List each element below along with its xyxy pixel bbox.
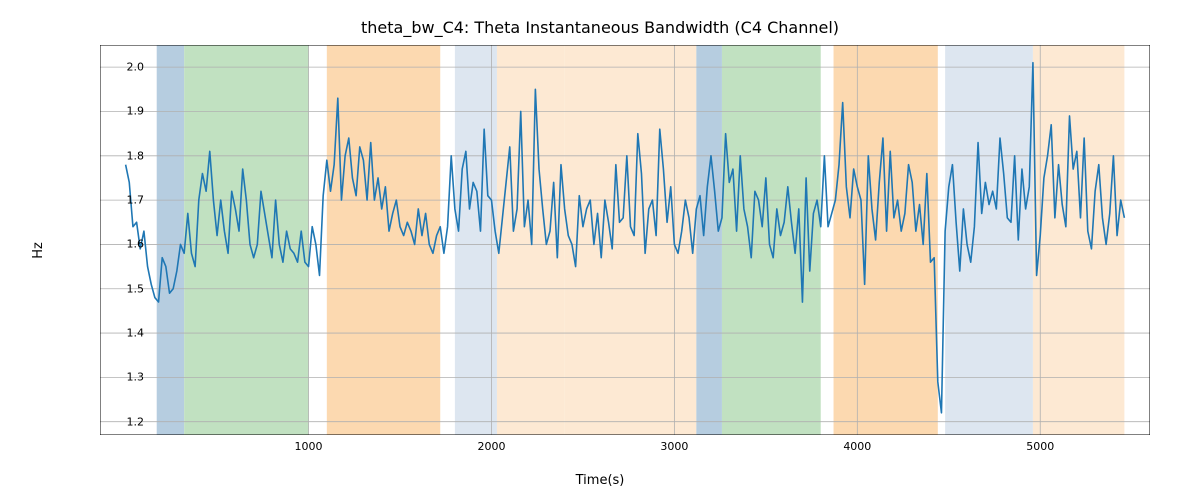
background-band — [1033, 45, 1124, 435]
x-tick-label: 4000 — [843, 440, 871, 453]
plot-area — [100, 45, 1150, 435]
y-tick-label: 1.2 — [104, 415, 144, 428]
plot-svg — [100, 45, 1150, 435]
y-axis-label: Hz — [28, 0, 48, 500]
x-tick-label: 3000 — [660, 440, 688, 453]
y-tick-label: 1.8 — [104, 149, 144, 162]
y-tick-label: 1.9 — [104, 105, 144, 118]
background-band — [327, 45, 440, 435]
y-tick-label: 2.0 — [104, 61, 144, 74]
background-band — [184, 45, 308, 435]
x-axis-label: Time(s) — [0, 473, 1200, 488]
background-band — [696, 45, 722, 435]
x-tick-label: 1000 — [295, 440, 323, 453]
background-band — [565, 45, 697, 435]
x-tick-label: 5000 — [1026, 440, 1054, 453]
y-tick-label: 1.7 — [104, 194, 144, 207]
figure: theta_bw_C4: Theta Instantaneous Bandwid… — [0, 0, 1200, 500]
background-band — [157, 45, 184, 435]
y-tick-label: 1.5 — [104, 282, 144, 295]
background-band — [722, 45, 821, 435]
y-tick-label: 1.6 — [104, 238, 144, 251]
y-tick-label: 1.4 — [104, 327, 144, 340]
x-tick-label: 2000 — [477, 440, 505, 453]
background-band — [455, 45, 497, 435]
background-band — [945, 45, 1033, 435]
chart-title: theta_bw_C4: Theta Instantaneous Bandwid… — [0, 18, 1200, 37]
y-tick-label: 1.3 — [104, 371, 144, 384]
